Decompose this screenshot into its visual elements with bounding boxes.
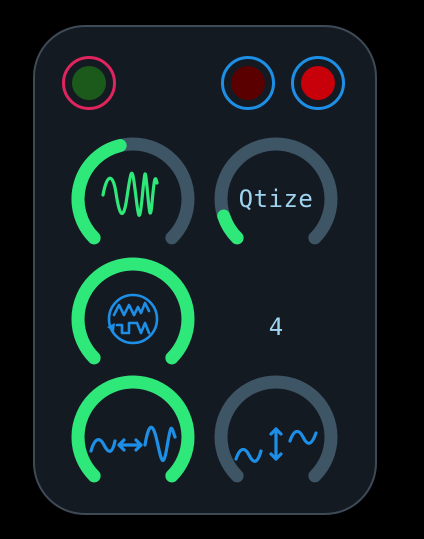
quantize-knob[interactable]: Qtize [210,133,342,265]
chirp-wave-icon [101,171,159,217]
quantize-knob-arc [217,209,244,245]
horizontal-stretch-icon [89,425,177,462]
led-red[interactable] [291,56,345,110]
led-green[interactable] [62,56,116,110]
vertical-stretch-icon [234,427,318,463]
module-stage: Qtize 4 [0,0,424,539]
frequency-knob-arc [71,139,127,245]
waveform-cycle-icon [107,293,159,345]
quantize-knob-track [214,137,338,245]
led-dark-red-light [231,66,265,100]
waveform-knob[interactable] [67,253,199,385]
module-panel: Qtize 4 [33,25,377,515]
value-readout: 4 [268,313,284,341]
frequency-knob[interactable] [67,133,199,265]
led-red-light [301,66,335,100]
height-knob[interactable] [210,371,342,503]
led-green-light [72,66,106,100]
led-dark-red[interactable] [221,56,275,110]
width-knob[interactable] [67,371,199,503]
